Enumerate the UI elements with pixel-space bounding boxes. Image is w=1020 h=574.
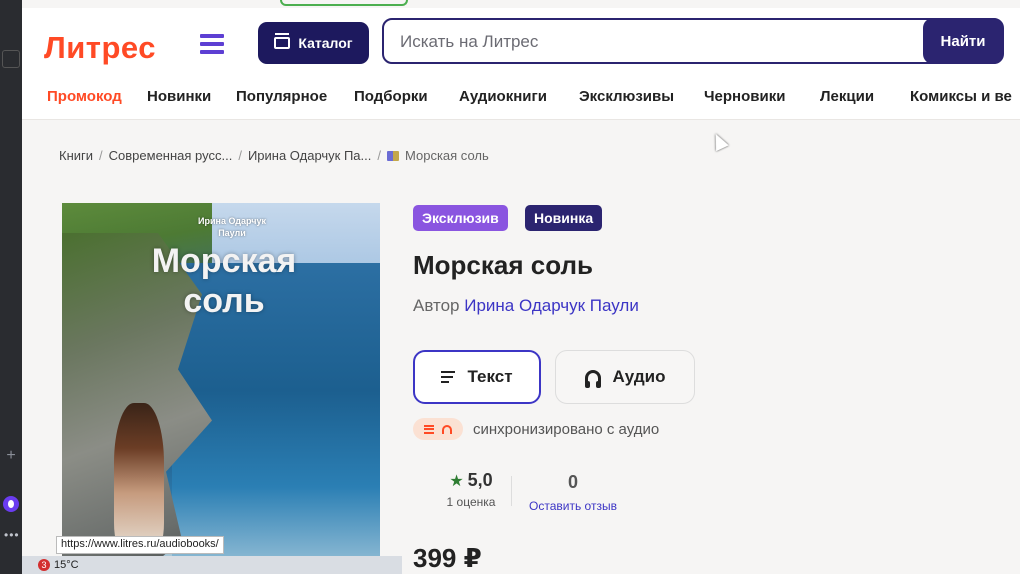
author-line: Автор Ирина Одарчук Паули [413, 296, 639, 316]
headphones-icon [442, 424, 452, 434]
search-input[interactable] [400, 30, 920, 54]
nav-item-exclusives[interactable]: Эксклюзивы [579, 88, 674, 105]
breadcrumb: Книги / Современная русс... / Ирина Одар… [59, 148, 489, 163]
top-tab-edge [280, 0, 408, 6]
weather-widget[interactable]: 3 15°C [38, 559, 79, 571]
nav-item-collections[interactable]: Подборки [354, 88, 428, 105]
notification-badge: 3 [38, 559, 50, 571]
page: Литрес Каталог Найти Промокод Новинки По… [22, 0, 1020, 574]
logo-mark-icon[interactable] [200, 34, 224, 54]
cover-title: Морская соль [151, 242, 297, 320]
site-header: Литрес Каталог Найти [22, 8, 1020, 78]
breadcrumb-author[interactable]: Ирина Одарчук Па... [248, 148, 371, 163]
author-link[interactable]: Ирина Одарчук Паули [464, 296, 639, 315]
breadcrumb-current: Морская соль [405, 148, 489, 163]
rating-value: 5,0 [467, 470, 493, 490]
book-icon [387, 150, 400, 161]
breadcrumb-separator: / [99, 148, 103, 163]
nav-item-comics[interactable]: Комиксы и ве [910, 88, 1012, 105]
mouse-cursor [709, 130, 729, 152]
book-cover[interactable]: Ирина Одарчук Паули Морская соль [62, 203, 380, 574]
breadcrumb-separator: / [238, 148, 242, 163]
more-icon[interactable]: ••• [4, 528, 20, 542]
rating-count: 1 оценка [446, 495, 496, 509]
exclusive-badge: Эксклюзив [413, 205, 508, 231]
format-audio-label: Аудио [612, 367, 666, 386]
sync-text: синхронизировано с аудио [473, 420, 660, 438]
catalog-icon [274, 33, 291, 49]
new-badge: Новинка [525, 205, 603, 231]
text-lines-icon [441, 371, 456, 383]
panel-icon[interactable] [2, 50, 20, 68]
taskbar [22, 556, 402, 574]
reviews-count: 0 [567, 472, 578, 492]
nav-item-audiobooks[interactable]: Аудиокниги [459, 88, 547, 105]
divider [511, 476, 512, 506]
breadcrumb-separator: / [377, 148, 382, 163]
format-text-button[interactable]: Текст [413, 350, 541, 404]
nav-item-lectures[interactable]: Лекции [820, 88, 874, 105]
book-title: Морская соль [413, 250, 593, 280]
sync-info: синхронизировано с аудио [413, 418, 659, 440]
search-bar: Найти [382, 18, 1004, 64]
nav-item-new[interactable]: Новинки [147, 88, 211, 105]
format-text-label: Текст [467, 367, 513, 386]
nav-item-promo[interactable]: Промокод [47, 88, 122, 105]
browser-side-panel: + ••• [0, 0, 22, 574]
category-nav: Промокод Новинки Популярное Подборки Ауд… [22, 78, 1020, 120]
headphones-icon [584, 370, 601, 388]
star-icon: ★ [449, 473, 464, 490]
sync-badge [413, 418, 463, 440]
author-prefix: Автор [413, 296, 460, 315]
add-icon[interactable]: + [3, 448, 19, 464]
format-audio-button[interactable]: Аудио [555, 350, 695, 404]
temperature: 15°C [54, 559, 79, 571]
cover-author: Ирина Одарчук Паули [198, 216, 266, 238]
litres-logo[interactable]: Литрес [44, 30, 156, 66]
search-button[interactable]: Найти [923, 18, 1003, 64]
nav-item-drafts[interactable]: Черновики [704, 88, 785, 105]
nav-item-popular[interactable]: Популярное [236, 88, 327, 105]
catalog-button[interactable]: Каталог [258, 22, 369, 64]
price: 399 ₽ [413, 543, 482, 573]
text-lines-icon [424, 424, 434, 434]
breadcrumb-books[interactable]: Книги [59, 148, 93, 163]
breadcrumb-genre[interactable]: Современная русс... [109, 148, 233, 163]
catalog-label: Каталог [298, 35, 353, 51]
status-url: https://www.litres.ru/audiobooks/ [56, 536, 224, 554]
reviews-block[interactable]: 0 Оставить отзыв [518, 472, 628, 513]
assistant-icon[interactable] [3, 496, 19, 512]
leave-review-link[interactable]: Оставить отзыв [518, 499, 628, 513]
rating-block[interactable]: ★ 5,0 1 оценка [434, 470, 508, 509]
